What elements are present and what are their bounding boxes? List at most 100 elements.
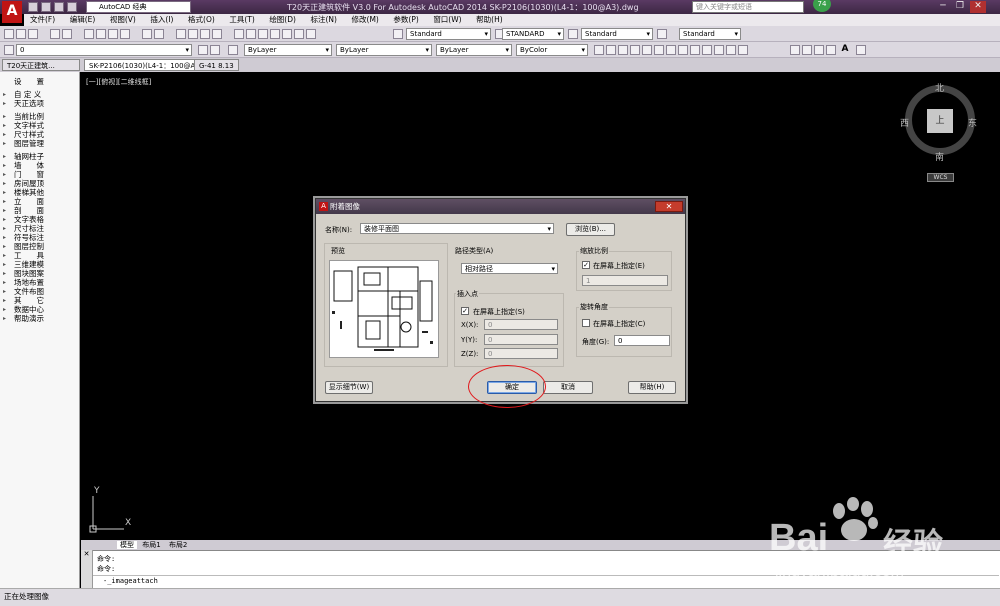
menu-tools[interactable]: 工具(T) [223,14,260,26]
tab-layout1[interactable]: 布局1 [139,541,163,549]
layer-manager-icon[interactable] [4,45,14,55]
undo-icon[interactable] [67,2,77,12]
help-button[interactable]: 帮助(H) [628,381,676,394]
scale-input[interactable]: 1 [582,275,668,286]
sidebar-item[interactable]: 其 它 [0,296,79,305]
cut-icon[interactable] [84,29,94,39]
tab-layout2[interactable]: 布局2 [166,541,190,549]
menu-file[interactable]: 文件(F) [24,14,61,26]
rotation-on-screen-checkbox[interactable] [582,319,590,327]
restore-button[interactable]: ❐ [952,1,968,13]
qnew-icon[interactable] [4,29,14,39]
table-style-dropdown[interactable]: Standard [581,28,653,40]
arc-icon[interactable] [654,45,664,55]
region-icon[interactable] [826,45,836,55]
menu-view[interactable]: 视图(V) [104,14,142,26]
menu-dimension[interactable]: 标注(N) [305,14,343,26]
plotstyle-dropdown[interactable]: ByColor [516,44,588,56]
sidebar-item[interactable]: 工 具 [0,251,79,260]
sidebar-item[interactable]: 三维建模 [0,260,79,269]
sidebar-item[interactable]: 符号标注 [0,233,79,242]
circle-icon[interactable] [666,45,676,55]
menu-window[interactable]: 窗口(W) [427,14,467,26]
copy-icon[interactable] [96,29,106,39]
viewcube[interactable]: 上 [905,85,975,155]
menu-help[interactable]: 帮助(H) [470,14,509,26]
redo-toolbar-icon[interactable] [154,29,164,39]
sidebar-header[interactable]: 设 置 [0,76,79,87]
polygon-icon[interactable] [630,45,640,55]
path-type-dropdown[interactable]: 相对路径 ▾ [461,263,558,274]
revision-cloud-icon[interactable] [678,45,688,55]
layer-previous-icon[interactable] [210,45,220,55]
sidebar-item[interactable]: 楼梯其他 [0,188,79,197]
show-details-button[interactable]: 显示细节(W) [325,381,373,394]
name-dropdown-arrow-icon[interactable]: ▾ [547,224,551,234]
compass-east[interactable]: 东 [968,116,977,129]
viewport-controls-label[interactable]: [一][俯视][二维线框] [86,77,151,87]
markup-icon[interactable] [282,29,292,39]
sheet-tab[interactable]: G-41 8.13 [194,59,239,71]
sidebar-item[interactable]: 文字样式 [0,121,79,130]
menu-format[interactable]: 格式(O) [182,14,221,26]
construction-line-icon[interactable] [606,45,616,55]
sheet-set-icon[interactable] [270,29,280,39]
zoom-window-icon[interactable] [200,29,210,39]
compass-south[interactable]: 南 [935,150,944,163]
add-selected-icon[interactable] [856,45,866,55]
ellipse-icon[interactable] [702,45,712,55]
sidebar-item[interactable]: 图层管理 [0,139,79,148]
close-command-icon[interactable]: ✕ [81,550,92,558]
open-icon[interactable] [41,2,51,12]
x-input[interactable]: 0 [484,319,558,330]
quickcalc-icon[interactable] [294,29,304,39]
make-block-icon[interactable] [738,45,748,55]
dialog-close-button[interactable]: ✕ [655,201,683,212]
angle-input[interactable]: 0 [614,335,670,346]
sidebar-item[interactable]: 文件布图 [0,287,79,296]
lineweight-dropdown[interactable]: ByLayer [436,44,512,56]
mtext-icon[interactable]: A [840,45,850,55]
sidebar-item[interactable]: 天正选项 [0,99,79,108]
sidebar-item[interactable]: 剖 面 [0,206,79,215]
color-dropdown[interactable]: ByLayer [244,44,332,56]
path-type-arrow-icon[interactable]: ▾ [551,264,555,274]
tool-palettes-icon[interactable] [258,29,268,39]
tianzheng-panel-title[interactable]: T20天正建筑... [2,59,80,71]
sidebar-item[interactable]: 场地布置 [0,278,79,287]
make-current-icon[interactable] [198,45,208,55]
text-style-dropdown[interactable]: Standard [406,28,491,40]
menu-draw[interactable]: 绘图(D) [263,14,302,26]
properties-icon[interactable] [234,29,244,39]
browse-button[interactable]: 浏览(B)... [566,223,615,236]
z-input[interactable]: 0 [484,348,558,359]
sidebar-item[interactable]: 数据中心 [0,305,79,314]
undo-toolbar-icon[interactable] [142,29,152,39]
match-properties-icon[interactable] [120,29,130,39]
sidebar-item[interactable]: 尺寸样式 [0,130,79,139]
file-tab[interactable]: SK-P2106(1030)(L4-1：100@A3) [84,59,208,71]
autocad-logo-icon[interactable]: A [2,1,22,23]
minimize-button[interactable]: ─ [935,1,951,13]
zoom-realtime-icon[interactable] [188,29,198,39]
hatch-icon[interactable] [802,45,812,55]
sidebar-item[interactable]: 帮助演示 [0,314,79,323]
gradient-icon[interactable] [814,45,824,55]
polyline-icon[interactable] [618,45,628,55]
scale-on-screen-checkbox[interactable]: ✓ [582,261,590,269]
viewcube-face[interactable]: 上 [927,109,953,133]
sidebar-item[interactable]: 图层控制 [0,242,79,251]
name-dropdown[interactable]: 装修平面图 ▾ [360,223,554,234]
save-file-icon[interactable] [28,29,38,39]
pan-icon[interactable] [176,29,186,39]
paste-icon[interactable] [108,29,118,39]
sidebar-item[interactable]: 文字表格 [0,215,79,224]
sidebar-item[interactable]: 自 定 义 [0,90,79,99]
layer-dropdown[interactable]: 0 [16,44,192,56]
sidebar-item[interactable]: 房间屋顶 [0,179,79,188]
workspace-dropdown[interactable]: AutoCAD 经典 [86,1,191,13]
print-icon[interactable] [50,29,60,39]
table-style-icon[interactable] [568,29,578,39]
menu-insert[interactable]: 插入(I) [144,14,179,26]
dim-style-dropdown[interactable]: STANDARD [502,28,564,40]
